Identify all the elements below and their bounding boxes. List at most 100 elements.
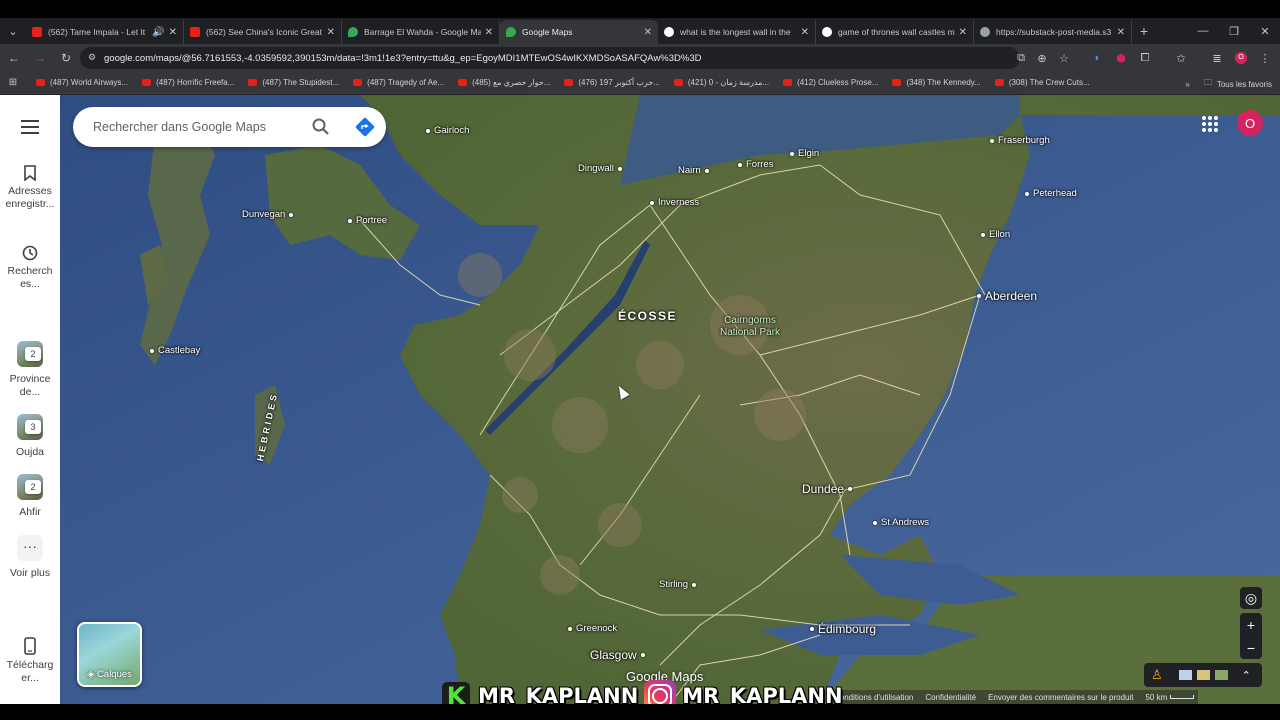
tab-2[interactable]: Barrage El Wahda - Google Ma ✕ [342,20,500,44]
bookmark-item[interactable]: (487) Tragedy of Ae... [353,78,444,87]
bookmark-item[interactable]: (412) Clueless Prose... [783,78,878,87]
bookmark-item[interactable]: (485) حوار حصري مع... [458,78,550,87]
extensions-puzzle-icon[interactable]: ⧠ [1135,48,1155,68]
minimize-icon[interactable]: — [1187,18,1219,44]
layers-icon: ◈ [87,669,98,680]
directions-icon[interactable] [354,116,376,138]
feedback-link[interactable]: Envoyer des commentaires sur le produit [988,693,1133,702]
back-icon[interactable]: ← [2,46,26,70]
map-label-dingwall[interactable]: Dingwall [578,163,626,174]
map-label-nairn[interactable]: Nairn [678,165,713,176]
menu-icon[interactable] [21,120,39,134]
bookmark-star-icon[interactable]: ☆ [1054,48,1074,68]
new-tab-icon[interactable]: + [1132,23,1156,39]
close-tab-icon[interactable]: ✕ [1117,27,1125,38]
apps-icon[interactable]: ⊞ [0,77,26,88]
extension-shield-icon[interactable]: ⬢ [1111,48,1131,68]
close-tab-icon[interactable]: ✕ [485,27,493,38]
map-label-cairngorms[interactable]: Cairngorms National Park [720,315,780,339]
close-tab-icon[interactable]: ✕ [959,27,967,38]
close-tab-icon[interactable]: ✕ [327,27,335,38]
more-button[interactable]: ··· Voir plus [0,535,60,580]
favorites-icon[interactable]: ✩ [1171,48,1191,68]
forward-icon[interactable]: → [28,46,52,70]
my-location-icon[interactable]: ◎ [1240,587,1262,609]
map-label-st-andrews[interactable]: St Andrews [869,517,929,528]
terrain-thumb-icon[interactable] [1196,670,1210,680]
audio-icon[interactable]: 🔊 [152,27,164,38]
zoom-out-icon[interactable]: − [1240,636,1262,659]
satellite-map[interactable]: Gairloch Dingwall Nairn Forres Elgin Fra… [60,95,1280,704]
map-label-forres[interactable]: Forres [734,159,773,170]
map-label-stirling[interactable]: Stirling [659,579,700,590]
map-label-elgin[interactable]: Elgin [786,148,819,159]
chevron-right-icon[interactable]: » [1185,80,1189,89]
all-bookmarks[interactable]: » 🗀 Tous les favoris [1185,77,1272,91]
map-label-greenock[interactable]: Greenock [564,623,617,634]
download-app-button[interactable]: Télécharg er... [0,637,60,685]
address-bar: ← → ↻ ⚙ google.com/maps/@56.7161553,-4.0… [0,44,1280,72]
pegman-icon[interactable]: ♙ [1151,667,1163,683]
tab-4[interactable]: what is the longest wall in the ✕ [658,20,816,44]
map-label-edimbourg[interactable]: Édimbourg [806,622,876,636]
account-avatar[interactable]: O [1237,110,1263,136]
map-label-ellon[interactable]: Ellon [977,229,1010,240]
expand-up-icon[interactable]: ⌃ [1242,669,1251,682]
search-input[interactable] [93,120,313,134]
map-label-inverness[interactable]: Inverness [646,197,699,208]
url-field[interactable]: ⚙ google.com/maps/@56.7161553,-4.0359592… [80,47,1020,69]
map-thumb-icon[interactable] [1178,670,1192,680]
close-window-icon[interactable]: ✕ [1249,18,1280,44]
extension-icon[interactable]: ◗ [1087,48,1107,68]
bookmark-item[interactable]: (308) The Crew Cuts... [994,78,1090,87]
terms-link[interactable]: Conditions d'utilisation [834,693,913,702]
search-icon[interactable] [311,117,331,137]
recent-button[interactable]: Recherch es... [0,245,60,291]
tab-1[interactable]: (562) See China's Iconic Great W ✕ [184,20,342,44]
bookmark-item[interactable]: (476) حرب أكتوبر 197... [564,78,660,87]
screen: ⌄ (562) Tame Impala - Let It H 🔊 ✕ (562)… [0,0,1280,720]
recent-item[interactable]: 2 Ahfir [0,474,60,519]
reload-icon[interactable]: ↻ [54,46,78,70]
bookmark-item[interactable]: (487) Horrific Freefa... [142,78,234,87]
bookmark-item[interactable]: (348) The Kennedy... [892,78,981,87]
map-label-dundee[interactable]: Dundee [802,482,856,496]
map-label-portree[interactable]: Portree [344,215,387,226]
saved-places-button[interactable]: Adresses enregistr... [0,165,60,211]
map-footer: Conditions d'utilisation Confidentialité… [830,690,1199,704]
satellite-thumb-icon[interactable] [1214,670,1228,680]
map-label-gairloch[interactable]: Gairloch [422,125,469,136]
map-label-dunvegan[interactable]: Dunvegan [242,209,297,220]
profile-avatar-icon[interactable]: O [1231,48,1251,68]
close-tab-icon[interactable]: ✕ [644,27,652,38]
map-label-ecosse[interactable]: ÉCOSSE [618,309,677,323]
media-controls-icon[interactable]: ≣ [1207,48,1227,68]
close-tab-icon[interactable]: ✕ [169,27,177,38]
install-app-icon[interactable]: ⧉ [1011,48,1031,68]
zoom-icon[interactable]: ⊕ [1032,48,1052,68]
map-label-aberdeen[interactable]: Aberdeen [973,289,1037,303]
google-apps-icon[interactable] [1202,116,1218,132]
privacy-link[interactable]: Confidentialité [925,693,976,702]
bookmark-item[interactable]: (487) World Airways... [36,78,128,87]
map-label-castlebay[interactable]: Castlebay [146,345,200,356]
scale-bar[interactable]: 50 km [1145,693,1195,702]
map-label-glasgow[interactable]: Glasgow [590,648,649,662]
layers-button[interactable]: ◈ Calques [77,622,142,687]
tab-5[interactable]: game of thrones wall castles m ✕ [816,20,974,44]
recent-item[interactable]: 2 Province de... [0,341,60,399]
close-tab-icon[interactable]: ✕ [801,27,809,38]
restore-icon[interactable]: ❐ [1218,18,1250,44]
site-info-icon[interactable]: ⚙ [88,52,96,63]
zoom-in-icon[interactable]: + [1240,613,1262,636]
bookmark-item[interactable]: (487) The Stupidest... [248,78,339,87]
bookmark-item[interactable]: (421) مدرسة زمان - 0... [673,78,769,87]
map-label-fraserburgh[interactable]: Fraserburgh [986,135,1050,146]
tab-0[interactable]: (562) Tame Impala - Let It H 🔊 ✕ [26,20,184,44]
tab-search-icon[interactable]: ⌄ [0,18,26,44]
tab-3[interactable]: Google Maps ✕ [500,20,658,44]
browser-menu-icon[interactable]: ⋮ [1255,48,1275,68]
recent-item[interactable]: 3 Oujda [0,414,60,459]
map-label-peterhead[interactable]: Peterhead [1021,188,1077,199]
tab-6[interactable]: https://substack-post-media.s3 ✕ [974,20,1132,44]
